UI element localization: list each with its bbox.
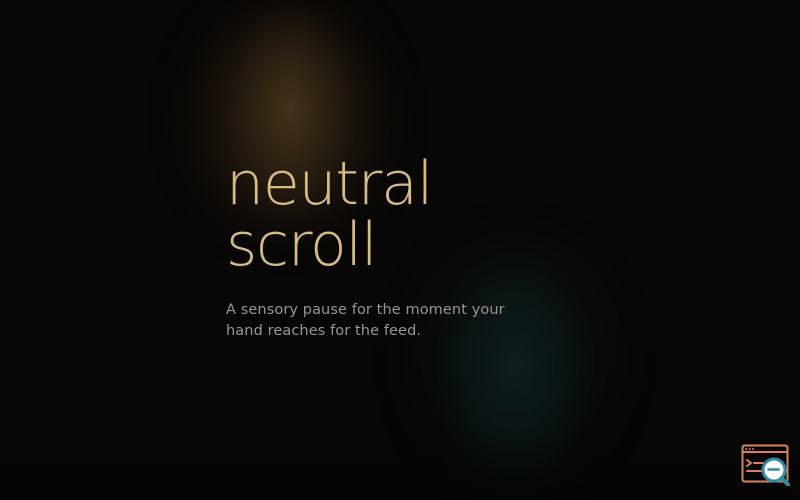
- neutral-scroll-page: neutral scroll A sensory pause for the m…: [0, 0, 800, 500]
- browser-dot-2: [748, 448, 751, 450]
- browser-dot-1: [745, 448, 747, 450]
- subtitle-line-1: A sensory pause for the moment your: [226, 302, 505, 318]
- page-subtitle: A sensory pause for the moment your hand…: [226, 300, 506, 342]
- browser-search-icon: [741, 444, 790, 486]
- title-line-scroll: scroll: [226, 210, 378, 280]
- page-title: neutral scroll: [226, 154, 546, 276]
- title-line-neutral: neutral: [226, 149, 433, 219]
- subtitle-line-2: hand reaches for the feed.: [226, 323, 422, 339]
- hero-section: neutral scroll A sensory pause for the m…: [226, 154, 546, 342]
- terminal-prompt-icon: [746, 459, 752, 467]
- browser-dot-3: [752, 448, 754, 450]
- browser-search-button[interactable]: [741, 444, 791, 486]
